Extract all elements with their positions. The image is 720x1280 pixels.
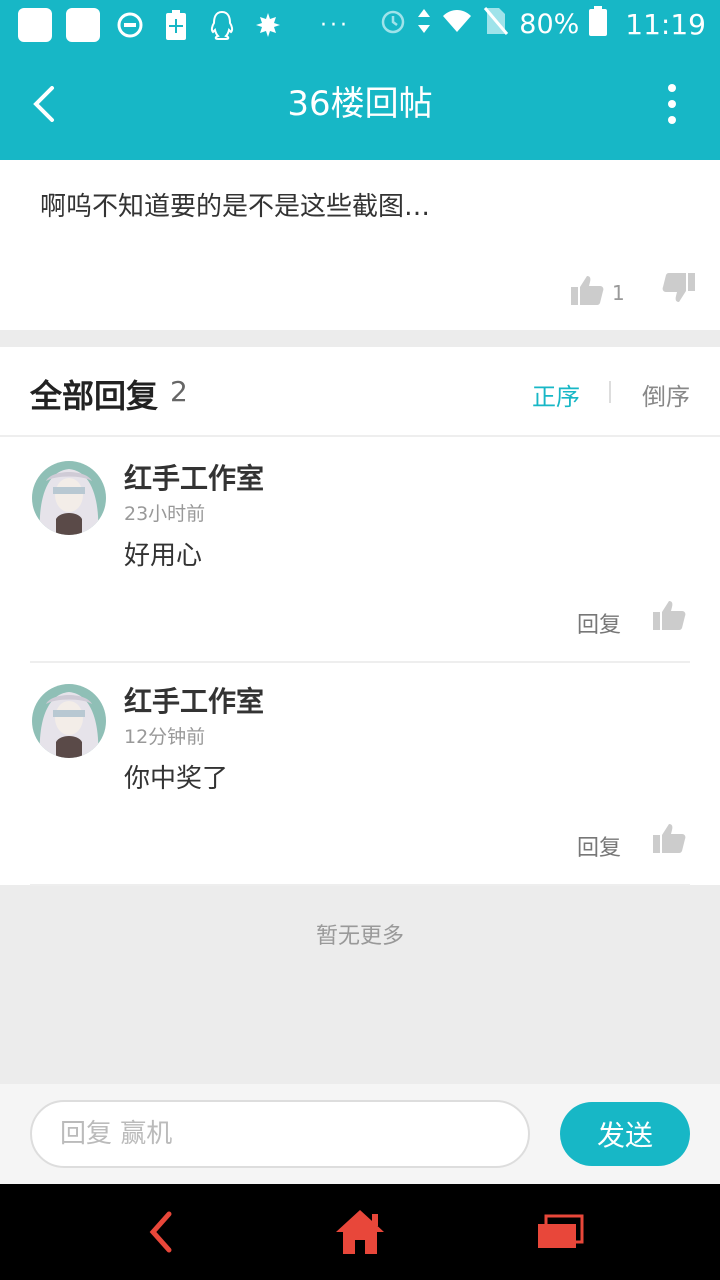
title-bar: 36楼回帖	[0, 50, 720, 160]
thumbs-up-icon	[570, 274, 604, 311]
navigation-bar	[0, 1184, 720, 1280]
battery-percent: 80%	[519, 9, 580, 40]
reply-item: 红手工作室 23小时前 好用心 回复	[0, 439, 720, 663]
reply-time: 12分钟前	[124, 726, 206, 748]
reply-content: 你中奖了	[124, 764, 229, 794]
alarm-icon	[379, 7, 407, 42]
battery-plus-icon	[160, 9, 192, 41]
sort-descending-button[interactable]: 倒序	[642, 377, 690, 412]
reply-time: 23小时前	[124, 503, 206, 525]
reply-author[interactable]: 红手工作室	[124, 680, 264, 720]
thumbs-up-icon	[652, 601, 686, 635]
reply-input-bar: 发送	[0, 1084, 720, 1184]
replies-count: 2	[170, 375, 188, 408]
replies-title: 全部回复	[30, 377, 159, 415]
reply-input[interactable]	[30, 1100, 530, 1168]
status-bar: ··· 80% 11:19	[0, 0, 720, 50]
post-card: 啊呜不知道要的是不是这些截图… 1	[0, 160, 720, 330]
avatar[interactable]	[32, 461, 106, 535]
no-more-text: 暂无更多	[315, 924, 404, 949]
sort-divider	[609, 381, 611, 403]
battery-icon	[589, 6, 608, 43]
dnd-icon	[114, 9, 146, 41]
divider	[30, 884, 690, 886]
maple-leaf-icon	[252, 9, 284, 41]
post-dislike-button[interactable]	[662, 272, 696, 308]
send-button[interactable]: 发送	[560, 1102, 690, 1166]
reply-author[interactable]: 红手工作室	[124, 457, 264, 497]
app-square-icon	[66, 8, 100, 42]
sort-ascending-button[interactable]: 正序	[532, 377, 580, 412]
post-like-count: 1	[612, 280, 625, 305]
nav-recent-apps-icon[interactable]	[530, 1204, 590, 1260]
reply-like-button[interactable]	[652, 599, 686, 635]
data-arrows-icon	[417, 7, 431, 42]
clock: 11:19	[625, 8, 706, 41]
thumbs-down-icon	[662, 273, 696, 308]
wifi-icon	[441, 8, 473, 41]
post-text: 啊呜不知道要的是不是这些截图…	[40, 192, 431, 222]
reply-item: 红手工作室 12分钟前 你中奖了 回复	[0, 662, 720, 886]
more-dots-icon: ···	[320, 12, 350, 38]
avatar[interactable]	[32, 684, 106, 758]
thumbs-up-icon	[652, 824, 686, 858]
reply-button[interactable]: 回复	[577, 830, 621, 862]
reply-like-button[interactable]	[652, 822, 686, 858]
post-like-button[interactable]: 1	[570, 274, 625, 311]
nav-home-icon[interactable]	[330, 1204, 390, 1260]
replies-section: 全部回复 2 正序 倒序 红手工作室 23小时前 好用心 回复 红手工作室 12…	[0, 347, 720, 886]
no-sim-icon	[483, 6, 509, 43]
page-title: 36楼回帖	[287, 84, 433, 124]
reply-button[interactable]: 回复	[577, 607, 621, 639]
app-square-icon	[18, 8, 52, 42]
qq-icon	[206, 9, 238, 41]
reply-content: 好用心	[124, 541, 203, 571]
nav-back-icon[interactable]	[130, 1204, 190, 1260]
replies-header: 全部回复 2 正序 倒序	[0, 347, 720, 437]
more-vertical-icon[interactable]	[660, 84, 684, 124]
